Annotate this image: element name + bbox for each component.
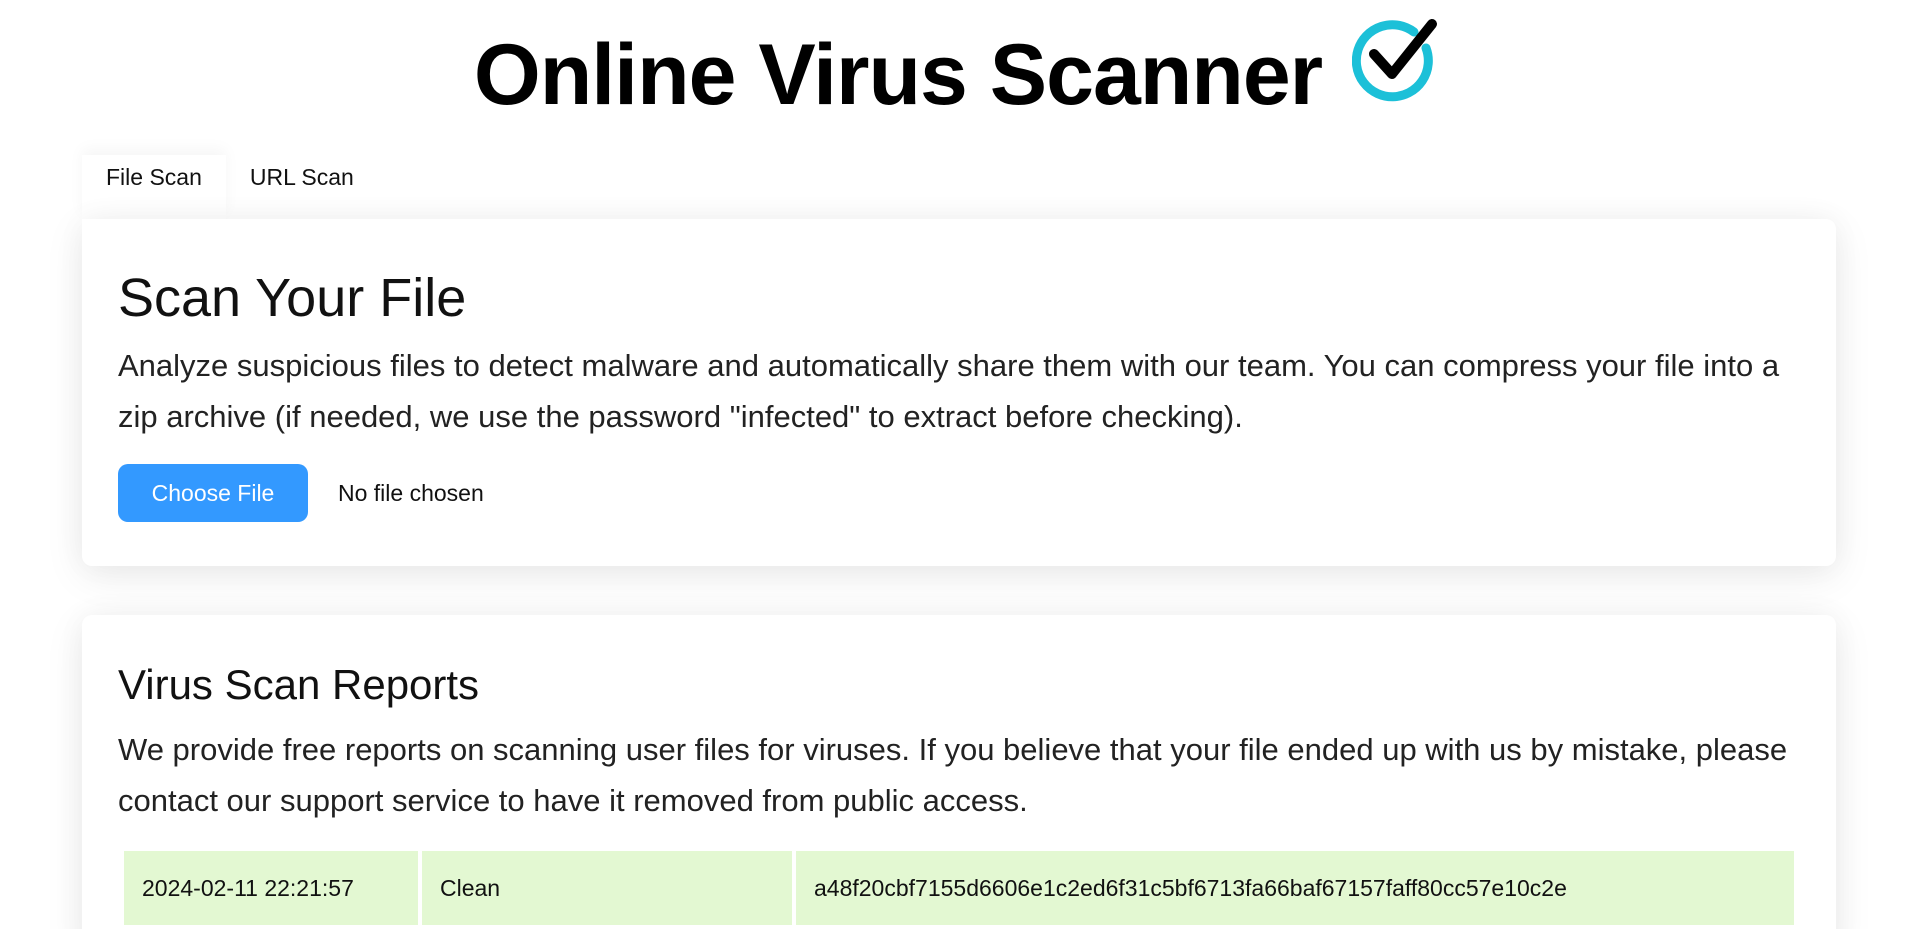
site-header: Online Virus Scanner — [0, 0, 1916, 132]
tab-url-scan[interactable]: URL Scan — [226, 155, 378, 219]
file-status-text: No file chosen — [338, 479, 484, 506]
choose-file-button[interactable]: Choose File — [118, 464, 308, 522]
check-circle-icon — [1352, 19, 1438, 102]
scan-file-card: Scan Your File Analyze suspicious files … — [82, 219, 1836, 566]
report-hash[interactable]: a48f20cbf7155d6606e1c2ed6f31c5bf6713fa66… — [796, 851, 1794, 925]
scan-tabs: File Scan URL Scan — [82, 155, 378, 219]
tab-file-scan[interactable]: File Scan — [82, 155, 226, 219]
file-input-row: Choose File No file chosen — [118, 464, 484, 522]
reports-title: Virus Scan Reports — [118, 661, 480, 708]
report-status: Clean — [422, 851, 792, 925]
table-row[interactable]: 2024-02-11 22:21:57 Clean a48f20cbf7155d… — [124, 851, 1794, 925]
report-date: 2024-02-11 22:21:57 — [124, 851, 418, 925]
scan-file-title: Scan Your File — [118, 268, 467, 328]
reports-card: Virus Scan Reports We provide free repor… — [82, 615, 1836, 929]
reports-description: We provide free reports on scanning user… — [118, 732, 1788, 818]
scan-file-description: Analyze suspicious files to detect malwa… — [118, 348, 1780, 434]
site-title: Online Virus Scanner — [473, 26, 1323, 123]
reports-table: 2024-02-11 22:21:57 Clean a48f20cbf7155d… — [120, 851, 1798, 925]
